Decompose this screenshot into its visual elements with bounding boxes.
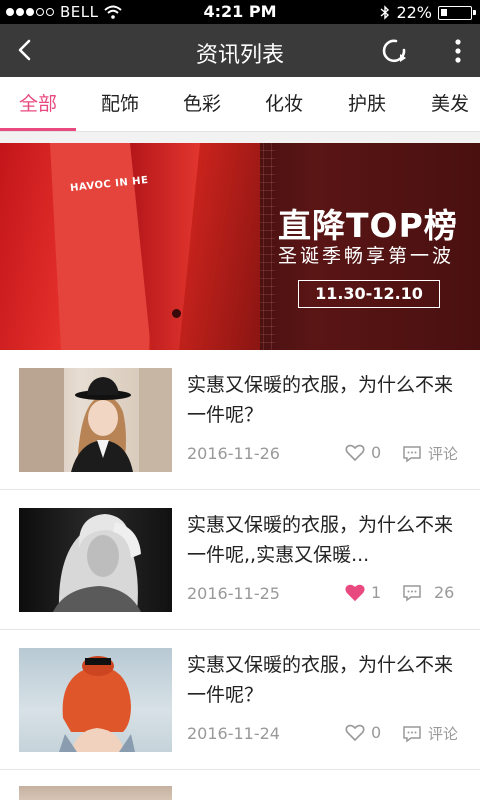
comment-icon xyxy=(403,725,421,742)
article-title: 实惠又保暖的衣服，为什么不来一件呢？ xyxy=(187,374,454,426)
active-tab-indicator xyxy=(0,128,76,131)
article-thumbnail xyxy=(19,648,172,752)
like-button[interactable]: 0 xyxy=(345,723,381,742)
tab-skincare[interactable]: 护肤 xyxy=(337,77,397,132)
like-count: 0 xyxy=(371,723,382,742)
like-count: 1 xyxy=(371,583,382,602)
bluetooth-icon xyxy=(380,5,390,20)
battery-icon xyxy=(438,5,476,20)
comment-button[interactable]: 26 xyxy=(402,583,454,602)
like-button[interactable]: 1 xyxy=(345,583,381,602)
like-count: 0 xyxy=(371,443,382,462)
tab-color[interactable]: 色彩 xyxy=(172,77,232,132)
comment-label: 评论 xyxy=(428,725,459,743)
article-date: 2016-11-25 xyxy=(187,584,280,603)
comment-icon xyxy=(403,445,421,462)
banner-headline: 直降TOP榜 xyxy=(278,206,458,245)
nav-bar: 资讯列表 xyxy=(0,24,480,77)
comment-button[interactable]: 评论 xyxy=(402,443,458,464)
heart-outline-icon xyxy=(345,444,365,461)
comment-icon xyxy=(403,584,421,601)
article-thumbnail xyxy=(19,368,172,472)
heart-filled-icon xyxy=(345,584,365,601)
tab-makeup[interactable]: 化妆 xyxy=(254,77,314,132)
promo-banner[interactable]: HAVOC IN HE 直降TOP榜 圣诞季畅享第一波 11.30-12.10 xyxy=(0,143,480,350)
article-list: 实惠又保暖的衣服，为什么不来一件呢？ 2016-11-26 0 评论 实惠又保暖… xyxy=(0,350,480,800)
heart-outline-icon xyxy=(345,724,365,741)
like-button[interactable]: 0 xyxy=(345,443,381,462)
chevron-left-icon[interactable] xyxy=(10,34,42,66)
tab-all[interactable]: 全部 xyxy=(8,77,68,132)
comment-label: 评论 xyxy=(428,445,459,463)
comment-count: 26 xyxy=(434,583,455,602)
list-item-partial[interactable] xyxy=(0,770,480,800)
list-item[interactable]: 实惠又保暖的衣服，为什么不来一件呢,,实惠又保暖... 2016-11-25 1… xyxy=(0,490,480,630)
banner-date-range: 11.30-12.10 xyxy=(298,280,440,308)
article-thumbnail xyxy=(19,508,172,612)
article-thumbnail xyxy=(19,786,172,800)
status-bar: BELL 4:21 PM 22% xyxy=(0,0,480,24)
tab-accessories[interactable]: 配饰 xyxy=(90,77,150,132)
article-title: 实惠又保暖的衣服，为什么不来一件呢？ xyxy=(187,654,454,706)
more-vertical-icon[interactable] xyxy=(446,36,470,66)
tab-hair[interactable]: 美发 xyxy=(420,77,480,132)
status-right: 22% xyxy=(380,3,476,22)
battery-percent: 22% xyxy=(396,3,432,22)
article-date: 2016-11-26 xyxy=(187,444,280,463)
list-item[interactable]: 实惠又保暖的衣服，为什么不来一件呢？ 2016-11-26 0 评论 xyxy=(0,350,480,490)
banner-subline: 圣诞季畅享第一波 xyxy=(278,245,455,267)
comment-button[interactable]: 评论 xyxy=(402,723,458,744)
article-date: 2016-11-24 xyxy=(187,724,280,743)
refresh-icon[interactable] xyxy=(380,36,410,66)
article-title: 实惠又保暖的衣服，为什么不来一件呢,,实惠又保暖... xyxy=(187,514,454,566)
banner-coat-button xyxy=(172,309,181,318)
list-item[interactable]: 实惠又保暖的衣服，为什么不来一件呢？ 2016-11-24 0 评论 xyxy=(0,630,480,770)
category-tabs: 全部 配饰 色彩 化妆 护肤 美发 xyxy=(0,77,480,132)
